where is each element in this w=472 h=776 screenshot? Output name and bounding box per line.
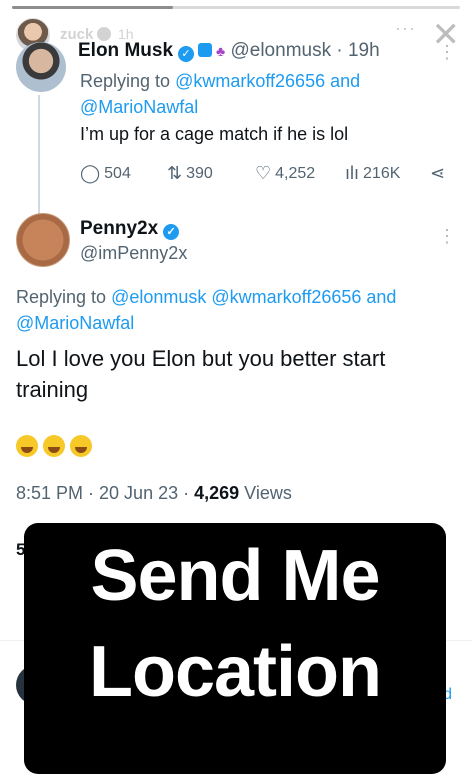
thread-connector-line — [38, 95, 40, 215]
author-name[interactable]: Elon Musk — [78, 40, 173, 61]
tweet-menu-icon[interactable]: ⋮ — [438, 226, 456, 247]
reply-icon: ◯ — [80, 163, 101, 183]
author-name[interactable]: Penny2x ✓ — [80, 218, 180, 240]
views-button[interactable]: ılı 216K — [345, 163, 430, 184]
overlay-line-2: Location — [89, 632, 382, 712]
org-badge-icon: ♣ — [216, 43, 226, 59]
views-count: 4,269 — [194, 483, 240, 503]
story-progress-fill — [12, 6, 174, 9]
reply-button[interactable]: ◯ 504 — [80, 163, 167, 184]
tweet-actions: ◯ 504 ⇅ 390 ♡ 4,252 ılı 216K ⋖ — [80, 163, 449, 184]
affiliate-badge-icon — [198, 43, 213, 57]
tweet-meta: 8:51 PM · 20 Jun 23 · 4,269 Views — [16, 483, 292, 503]
author-handle[interactable]: @imPenny2x — [80, 243, 187, 264]
author-handle[interactable]: @elonmusk — [230, 40, 331, 61]
tweet-menu-icon[interactable]: ⋮ — [438, 42, 456, 63]
heart-icon: ♡ — [255, 163, 272, 183]
laughing-emoji-icon — [70, 435, 92, 457]
emoji-row — [16, 433, 97, 464]
tweet-parent-header: Elon Musk ✓ ♣ @elonmusk · 19h — [78, 40, 380, 62]
retweet-button[interactable]: ⇅ 390 — [167, 163, 255, 184]
laughing-emoji-icon — [43, 435, 65, 457]
story-progress-bar — [12, 6, 460, 9]
overlay-text: Send Me Location — [24, 528, 446, 720]
replying-to-line: Replying to @elonmusk @kwmarkoff26656 an… — [16, 287, 397, 333]
avatar-penny2x[interactable] — [16, 213, 70, 267]
tweet-text: Lol I love you Elon but you better start… — [16, 346, 386, 402]
verified-check-icon: ✓ — [163, 224, 180, 240]
verified-badge-icon — [97, 27, 112, 41]
verified-check-icon: ✓ — [178, 46, 195, 62]
retweet-icon: ⇅ — [167, 163, 183, 183]
overlay-line-1: Send Me — [90, 536, 380, 616]
like-button[interactable]: ♡ 4,252 — [255, 163, 345, 184]
share-button[interactable]: ⋖ — [430, 163, 449, 184]
share-icon: ⋖ — [430, 163, 446, 183]
tweet-text: I’m up for a cage match if he is lol — [80, 124, 349, 144]
views-chart-icon: ılı — [345, 163, 360, 183]
tweet-time: · 19h — [336, 40, 380, 61]
laughing-emoji-icon — [16, 435, 38, 457]
replying-to-line: Replying to @kwmarkoff26656 and @MarioNa… — [80, 71, 361, 117]
more-options-icon[interactable]: ··· — [395, 18, 416, 39]
avatar-elon-musk[interactable] — [16, 42, 66, 92]
